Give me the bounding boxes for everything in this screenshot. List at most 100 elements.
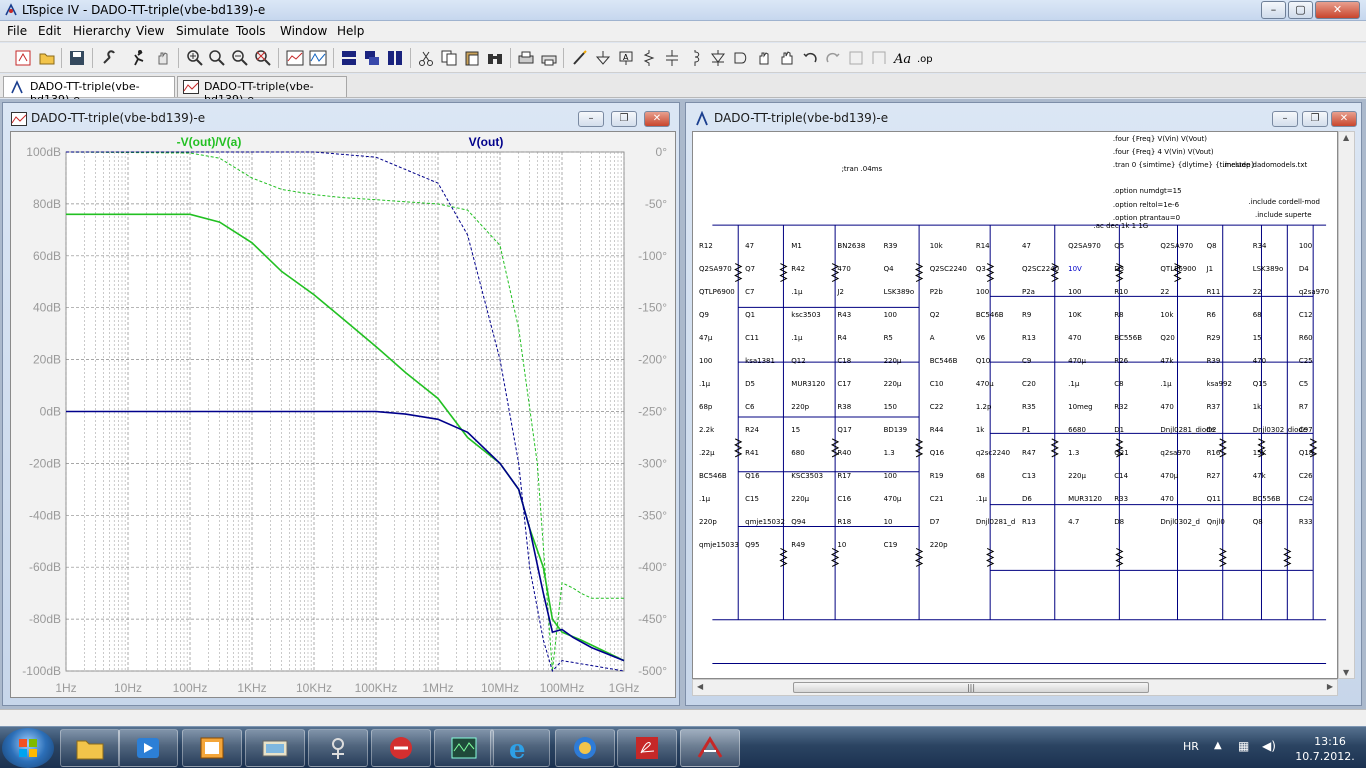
menu-simulate[interactable]: Simulate: [176, 24, 229, 38]
zoom-pan-icon[interactable]: [206, 47, 228, 69]
spice-directive[interactable]: .include cordell-mod: [1249, 198, 1320, 206]
menu-file[interactable]: File: [7, 24, 27, 38]
start-button[interactable]: [2, 728, 54, 768]
clock-date[interactable]: 10.7.2012.: [1290, 750, 1360, 763]
open-folder-icon[interactable]: [36, 47, 58, 69]
waveform-restore-button[interactable]: ❐: [611, 111, 637, 127]
schematic-horizontal-scrollbar[interactable]: ◀ ||| ▶: [692, 679, 1338, 696]
tab-schematic[interactable]: DADO-TT-triple(vbe-bd139)-e: [3, 76, 175, 106]
horizontal-scroll-thumb[interactable]: |||: [793, 682, 1149, 693]
spice-directive[interactable]: .four {Freq} 4 V(Vin) V(Vout): [1113, 148, 1214, 156]
tray-expand-icon[interactable]: ▲: [1214, 740, 1222, 751]
clock-time[interactable]: 13:16: [1300, 735, 1360, 748]
cut-icon[interactable]: [415, 47, 437, 69]
spice-directive[interactable]: .option ptrantau=0: [1113, 214, 1180, 222]
spice-directive[interactable]: .include superte: [1255, 211, 1312, 219]
schematic-vertical-scrollbar[interactable]: ▲ ▼: [1338, 131, 1355, 679]
taskbar-media-player[interactable]: [118, 729, 178, 767]
menu-hierarchy[interactable]: Hierarchy: [73, 24, 131, 38]
scroll-down-icon[interactable]: ▼: [1343, 668, 1349, 677]
schematic-restore-button[interactable]: ❐: [1302, 111, 1328, 127]
inductor-icon[interactable]: [684, 47, 706, 69]
spice-directive[interactable]: .option numdgt=15: [1113, 187, 1182, 195]
taskbar-app-5[interactable]: [308, 729, 368, 767]
menu-help[interactable]: Help: [337, 24, 364, 38]
taskbar-app-6[interactable]: [371, 729, 431, 767]
menu-window[interactable]: Window: [280, 24, 327, 38]
draw-wire-icon[interactable]: [569, 47, 591, 69]
copy-icon[interactable]: [438, 47, 460, 69]
language-indicator[interactable]: HR: [1183, 740, 1199, 753]
schematic-icon: [11, 80, 23, 94]
close-button[interactable]: ✕: [1315, 1, 1360, 19]
schematic-minimize-button[interactable]: –: [1272, 111, 1298, 127]
trace-label-gain[interactable]: -V(out)/V(a): [177, 135, 242, 149]
halt-hand-icon[interactable]: [152, 47, 174, 69]
spice-directive[interactable]: .option reltol=1e-6: [1113, 201, 1179, 209]
autorange-icon[interactable]: [284, 47, 306, 69]
scroll-right-icon[interactable]: ▶: [1327, 682, 1333, 691]
save-icon[interactable]: [66, 47, 88, 69]
taskbar-app-4[interactable]: [245, 729, 305, 767]
schematic-canvas[interactable]: .four {Freq} V(Vin) V(Vout) .four {Freq} …: [692, 131, 1338, 679]
volume-icon[interactable]: ◀): [1262, 739, 1276, 753]
zoom-out-icon[interactable]: [229, 47, 251, 69]
diode-icon[interactable]: [707, 47, 729, 69]
component-label: R37: [1206, 402, 1221, 411]
network-icon[interactable]: ▦: [1238, 739, 1249, 753]
trace-label-vout[interactable]: V(out): [469, 135, 504, 149]
control-panel-icon[interactable]: [98, 47, 120, 69]
maximize-button[interactable]: ▢: [1288, 1, 1313, 19]
waveform-minimize-button[interactable]: –: [578, 111, 604, 127]
ground-icon[interactable]: [592, 47, 614, 69]
resistor-icon[interactable]: [638, 47, 660, 69]
schematic-close-button[interactable]: ✕: [1331, 111, 1357, 127]
paste-icon[interactable]: [461, 47, 483, 69]
bode-plot-chart[interactable]: 1Hz 10Hz 100Hz 1KHz 10KHz 100KHz 1MHz 10MHz 100M…: [11, 132, 677, 699]
waveform-icon[interactable]: [307, 47, 329, 69]
scroll-left-icon[interactable]: ◀: [697, 682, 703, 691]
find-icon[interactable]: [484, 47, 506, 69]
menu-view[interactable]: View: [136, 24, 164, 38]
taskbar-internet-explorer[interactable]: e: [490, 729, 550, 767]
open-schematic-icon[interactable]: [12, 47, 34, 69]
component-label: D8: [1114, 517, 1125, 526]
tile-vertical-icon[interactable]: [384, 47, 406, 69]
run-icon[interactable]: [128, 47, 150, 69]
rotate-icon[interactable]: [845, 47, 867, 69]
waveform-close-button[interactable]: ✕: [644, 111, 670, 127]
text-icon[interactable]: Aa: [891, 47, 913, 69]
spice-directive[interactable]: .ac dec 1k 1 1G: [1094, 222, 1149, 230]
scroll-up-icon[interactable]: ▲: [1343, 133, 1349, 142]
spice-directive[interactable]: .four {Freq} V(Vin) V(Vout): [1113, 135, 1207, 143]
spice-directive[interactable]: .include dadomodels.txt: [1223, 161, 1308, 169]
component-icon[interactable]: [730, 47, 752, 69]
mirror-icon[interactable]: [868, 47, 890, 69]
taskbar-app-7[interactable]: [434, 729, 494, 767]
taskbar-pdf-reader[interactable]: [617, 729, 677, 767]
zoom-fit-icon[interactable]: [252, 47, 274, 69]
menu-tools[interactable]: Tools: [236, 24, 266, 38]
spice-directive[interactable]: ;tran .04ms: [842, 165, 883, 173]
zoom-in-icon[interactable]: [184, 47, 206, 69]
print-icon[interactable]: [538, 47, 560, 69]
tile-horizontal-icon[interactable]: [338, 47, 360, 69]
redo-icon[interactable]: [822, 47, 844, 69]
taskbar-explorer[interactable]: [60, 729, 120, 767]
tab-waveform[interactable]: DADO-TT-triple(vbe-bd139)-e: [177, 76, 347, 106]
undo-icon[interactable]: [799, 47, 821, 69]
menu-edit[interactable]: Edit: [38, 24, 61, 38]
label-net-icon[interactable]: A: [615, 47, 637, 69]
capacitor-icon[interactable]: [661, 47, 683, 69]
spice-directive-icon[interactable]: .op: [914, 47, 936, 69]
taskbar-app-9[interactable]: [555, 729, 615, 767]
component-label: C97: [1298, 425, 1313, 434]
print-setup-icon[interactable]: [515, 47, 537, 69]
taskbar-app-3[interactable]: [182, 729, 242, 767]
minimize-button[interactable]: –: [1261, 1, 1286, 19]
move-hand-icon[interactable]: [753, 47, 775, 69]
taskbar-ltspice[interactable]: [680, 729, 740, 767]
drag-hand-icon[interactable]: [776, 47, 798, 69]
cascade-icon[interactable]: [361, 47, 383, 69]
waveform-plot-pane[interactable]: 1Hz 10Hz 100Hz 1KHz 10KHz 100KHz 1MHz 10MHz 100M…: [10, 131, 676, 698]
